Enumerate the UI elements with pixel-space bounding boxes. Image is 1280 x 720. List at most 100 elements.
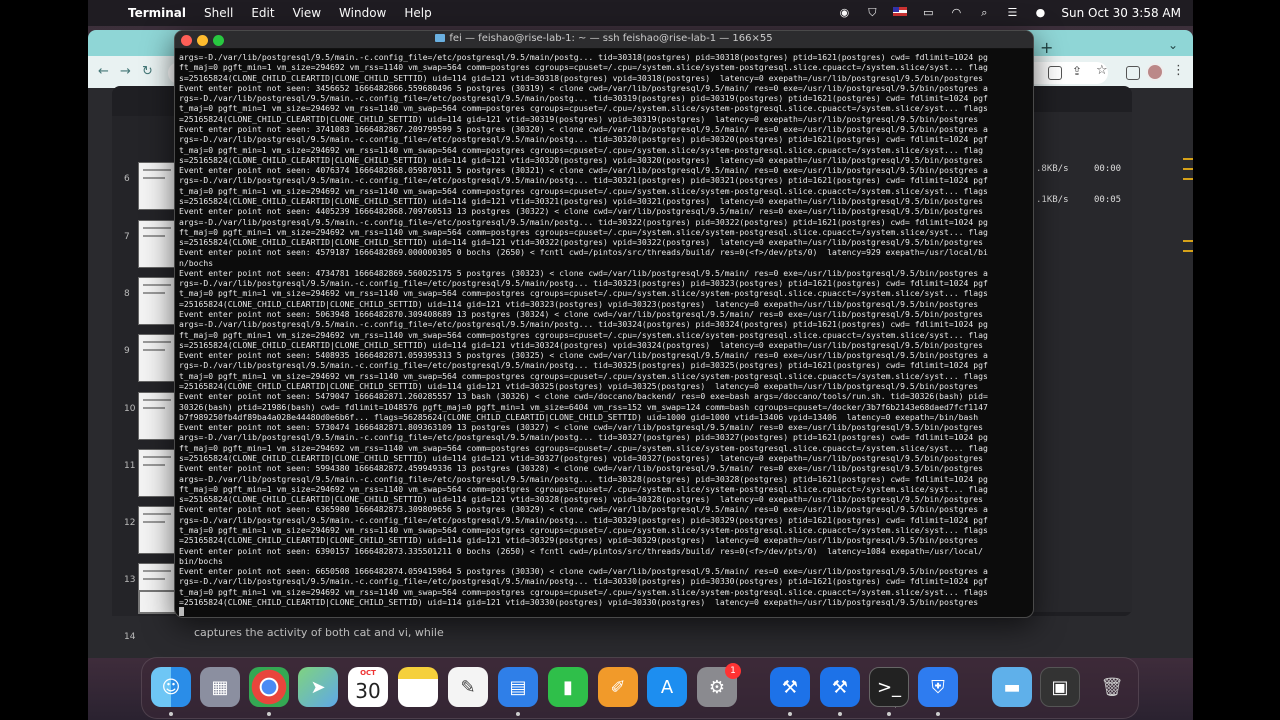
maps-icon[interactable]: ➤ xyxy=(298,667,338,707)
terminal-line: Event enter point not seen: 3741083 1666… xyxy=(179,123,988,134)
menu-app-name[interactable]: Terminal xyxy=(128,6,186,20)
net-time: 00:00 xyxy=(1094,164,1122,174)
more-menu-icon[interactable]: ⋮ xyxy=(1172,63,1185,78)
terminal-line: =25165824(CLONE_CHILD_CLEARTID|CLONE_CHI… xyxy=(179,381,979,391)
terminal-cursor xyxy=(179,607,184,617)
terminal-line: args=-D./var/lib/postgresql/9.5/main.-c.… xyxy=(179,473,988,484)
running-indicator xyxy=(788,712,792,716)
system-settings-icon[interactable]: ⚙ 1 xyxy=(697,663,741,707)
launchpad-icon[interactable]: ▦ xyxy=(200,667,240,707)
network-icon[interactable]: ⛨ xyxy=(918,667,958,707)
slide-caption: captures the activity of both cat and vi… xyxy=(194,626,444,639)
share-icon[interactable]: ⇪ xyxy=(1072,64,1082,78)
bookmark-star-icon[interactable]: ☆ xyxy=(1096,63,1108,78)
terminal-line: rgs=-D./var/lib/postgresql/9.5/main.-c.c… xyxy=(179,175,988,186)
slide-thumbnail[interactable] xyxy=(138,449,178,497)
notes-icon[interactable] xyxy=(398,667,438,707)
menu-view[interactable]: View xyxy=(293,6,321,20)
instruments-icon[interactable]: ⚒ xyxy=(820,667,860,707)
terminal-line: s=25165824(CLONE_CHILD_CLEARTID|CLONE_CH… xyxy=(179,72,984,83)
keynote-icon[interactable]: ▤ xyxy=(498,667,538,707)
terminal-line: args=-D./var/lib/postgresql/9.5/main.-c.… xyxy=(179,432,988,443)
terminal-titlebar[interactable]: fei — feishao@rise-lab-1: ~ — ssh feisha… xyxy=(175,31,1033,49)
terminal-icon[interactable]: >_ xyxy=(869,667,909,707)
battery-icon[interactable]: ▭ xyxy=(921,7,935,19)
slide-number: 7 xyxy=(124,232,130,242)
tab-list-chevron-icon[interactable]: ⌄ xyxy=(1168,38,1178,52)
shield-status-icon[interactable]: ⛉ xyxy=(865,7,879,19)
menu-window[interactable]: Window xyxy=(339,6,386,20)
control-center-icon[interactable]: ☰ xyxy=(1005,7,1019,19)
terminal-line: t_maj=0 pgft_min=1 vm_size=294692 vm_rss… xyxy=(179,370,988,381)
spotlight-icon[interactable]: ⌕ xyxy=(977,7,991,19)
marker-line xyxy=(1183,178,1193,180)
slide-thumbnail[interactable] xyxy=(138,277,178,325)
app-store-icon[interactable]: A xyxy=(647,667,687,707)
terminal-line: args=-D./var/lib/postgresql/9.5/main.-c.… xyxy=(179,319,988,330)
terminal-title: fei — feishao@rise-lab-1: ~ — ssh feisha… xyxy=(175,33,1033,44)
reload-icon[interactable]: ↻ xyxy=(142,64,153,79)
slide-number: 11 xyxy=(124,461,136,471)
terminal-line: s=25165824(CLONE_CHILD_CLEARTID|CLONE_CH… xyxy=(179,494,984,505)
terminal-line: t_maj=0 pgft_min=1 vm_size=294692 vm_rss… xyxy=(179,185,988,196)
profile-avatar[interactable] xyxy=(1146,63,1164,81)
menu-edit[interactable]: Edit xyxy=(251,6,274,20)
pages-icon[interactable]: ✐ xyxy=(598,667,638,707)
terminal-line: rgs=-D./var/lib/postgresql/9.5/main.-c.c… xyxy=(179,134,988,145)
extension-icon[interactable] xyxy=(1048,66,1062,80)
slide-number: 9 xyxy=(124,346,130,356)
terminal-line: =25165824(CLONE_CHILD_CLEARTID|CLONE_CHI… xyxy=(179,113,979,124)
terminal-line: Event enter point not seen: 5408935 1666… xyxy=(179,350,988,361)
status-area: ◉ ⛉ ▭ ◠ ⌕ ☰ ● Sun Oct 30 3:58 AM xyxy=(837,6,1181,20)
menu-shell[interactable]: Shell xyxy=(204,6,233,20)
finder-icon[interactable]: ☺ xyxy=(151,667,191,707)
folder-icon xyxy=(435,34,446,42)
terminal-title-text: fei — feishao@rise-lab-1: ~ — ssh feisha… xyxy=(449,33,773,44)
slide-thumbnail[interactable] xyxy=(138,162,178,210)
terminal-output[interactable]: args=-D./var/lib/postgresql/9.5/main.-c.… xyxy=(179,52,1029,617)
slide-thumbnail-selected[interactable] xyxy=(138,590,178,614)
terminal-line: rgs=-D./var/lib/postgresql/9.5/main.-c.c… xyxy=(179,576,988,587)
terminal-line: Event enter point not seen: 3456652 1666… xyxy=(179,82,988,93)
trash-icon[interactable]: 🗑 xyxy=(1092,667,1132,707)
terminal-line: s=25165824(CLONE_CHILD_CLEARTID|CLONE_CH… xyxy=(179,154,984,165)
back-arrow-icon[interactable]: ← xyxy=(98,64,109,79)
terminal-line: rgs=-D./var/lib/postgresql/9.5/main.-c.c… xyxy=(179,278,988,289)
terminal-line: Event enter point not seen: 6390157 1666… xyxy=(179,545,984,556)
marker-line xyxy=(1183,250,1193,252)
input-source-flag-icon[interactable] xyxy=(893,7,908,19)
chrome-icon[interactable] xyxy=(249,667,289,707)
slide-thumbnail[interactable] xyxy=(138,506,178,554)
siri-icon[interactable]: ● xyxy=(1033,7,1047,19)
new-tab-icon[interactable]: + xyxy=(1040,38,1053,57)
terminal-line: s=25165824(CLONE_CHILD_CLEARTID|CLONE_CH… xyxy=(179,339,984,350)
terminal-window[interactable]: fei — feishao@rise-lab-1: ~ — ssh feisha… xyxy=(174,30,1034,618)
menu-help[interactable]: Help xyxy=(404,6,431,20)
net-rate: .8KB/s xyxy=(1036,164,1069,174)
record-icon[interactable]: ◉ xyxy=(837,7,851,19)
calendar-icon[interactable]: OCT 30 xyxy=(348,667,388,707)
xcode-icon[interactable]: ⚒ xyxy=(770,667,810,707)
slide-thumbnail[interactable] xyxy=(138,334,178,382)
running-indicator xyxy=(169,712,173,716)
window-icon[interactable]: ▣ xyxy=(1040,667,1080,707)
forward-arrow-icon[interactable]: → xyxy=(120,64,131,79)
slide-thumbnail[interactable] xyxy=(138,220,178,268)
textedit-icon[interactable]: ✎ xyxy=(448,667,488,707)
terminal-line: Event enter point not seen: 5994380 1666… xyxy=(179,463,984,474)
menu-bar: Terminal Shell Edit View Window Help ◉ ⛉… xyxy=(88,0,1193,26)
slide-number: 6 xyxy=(124,174,130,184)
numbers-icon[interactable]: ▮ xyxy=(548,667,588,707)
slide-number: 8 xyxy=(124,289,130,299)
terminal-line: n/bochs xyxy=(179,257,214,268)
sidebar-icon[interactable] xyxy=(1126,66,1140,80)
terminal-prompt[interactable] xyxy=(179,607,1029,617)
running-indicator xyxy=(267,712,271,716)
terminal-line: =25165824(CLONE_CHILD_CLEARTID|CLONE_CHI… xyxy=(179,298,979,309)
folder-icon[interactable]: ▬ xyxy=(992,667,1032,707)
wifi-icon[interactable]: ◠ xyxy=(949,7,963,19)
terminal-line: Event enter point not seen: 5730474 1666… xyxy=(179,422,984,433)
slide-thumbnail[interactable] xyxy=(138,392,178,440)
slide-number: 12 xyxy=(124,518,136,528)
menu-clock[interactable]: Sun Oct 30 3:58 AM xyxy=(1061,6,1181,20)
